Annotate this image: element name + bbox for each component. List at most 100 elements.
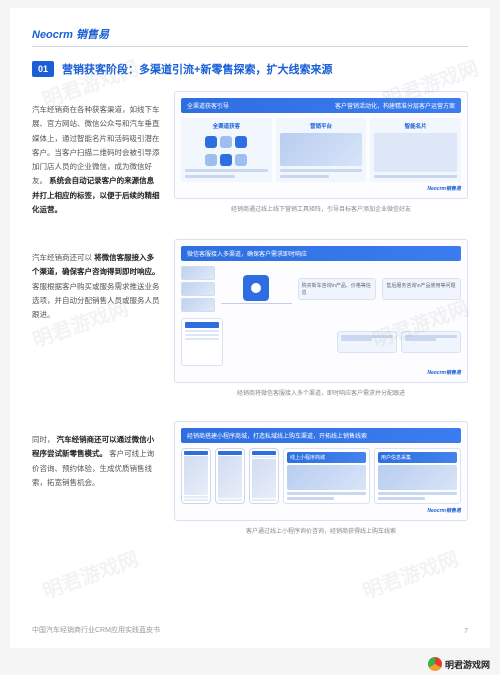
row2-p1a: 汽车经销商还可以 bbox=[32, 253, 92, 262]
row1-p1: 汽车经销商在各种获客渠道，如线下车展、官方网站、微信公众号和汽车垂直媒体上，通过… bbox=[32, 105, 160, 185]
brand-header: Neocrm 销售易 bbox=[32, 26, 468, 47]
fig1-panel-3: 智能名片 bbox=[370, 118, 461, 182]
figure-3-caption: 客户通过线上小程序询价咨询，经销商获得线上购车线索 bbox=[174, 528, 468, 537]
channel-icon bbox=[235, 136, 247, 148]
fig3-card2-header: 用户信息采集 bbox=[378, 452, 457, 463]
figure-brand: Neocrm销售易 bbox=[181, 507, 461, 514]
figure-2-header: 微信客服接入多渠道，确保客户需求即时响应 bbox=[181, 246, 461, 261]
fig2-center bbox=[221, 275, 292, 304]
channel-icon bbox=[220, 136, 232, 148]
section-title: 营销获客阶段：多渠道引流+新零售探索，扩大线索来源 bbox=[62, 61, 332, 77]
chat-header bbox=[185, 322, 219, 328]
flow-line bbox=[221, 303, 292, 304]
mock-line bbox=[341, 338, 372, 341]
fig1-panel2-title: 营销平台 bbox=[280, 122, 363, 130]
figure-2-caption: 经销商将微信客服接入多个渠道，即时响应客户需求并分配跟进 bbox=[174, 390, 468, 399]
chat-line bbox=[185, 338, 219, 340]
section-header: 01 营销获客阶段：多渠道引流+新零售探索，扩大线索来源 bbox=[32, 61, 468, 77]
channel-icon bbox=[235, 154, 247, 166]
phone-line bbox=[252, 456, 276, 458]
mock-card bbox=[374, 133, 457, 172]
fig2-top-row: 购买新车咨询\n产品、价格等信息 售后服务咨询\n产品使用等问题 bbox=[181, 266, 461, 312]
figure-3-body: 线上小程序商城 用户信息采集 bbox=[181, 448, 461, 504]
mock-line bbox=[405, 338, 436, 341]
phone-image bbox=[252, 459, 276, 498]
phone-line bbox=[184, 496, 208, 498]
mock-icons bbox=[185, 136, 268, 148]
document-page: Neocrm 销售易 01 营销获客阶段：多渠道引流+新零售探索，扩大线索来源 … bbox=[10, 8, 490, 648]
fig1-header-left: 全渠道获客引导 bbox=[187, 101, 229, 110]
mock-line bbox=[185, 175, 235, 178]
phone-header bbox=[252, 451, 276, 455]
car-image bbox=[287, 465, 366, 490]
content-row-1: 汽车经销商在各种获客渠道，如线下车展、官方网站、微信公众号和汽车垂直媒体上，通过… bbox=[32, 91, 468, 217]
fig1-panel-2: 营销平台 bbox=[276, 118, 367, 182]
row1-bold: 系统会自动记录客户的来源信息并打上相应的标签，以便于后续的精细化运营。 bbox=[32, 176, 160, 214]
channel-icon bbox=[205, 154, 217, 166]
row2-figure-col: 微信客服接入多渠道，确保客户需求即时响应 购买新车咨询\n产品、价格等信息 售后… bbox=[174, 239, 468, 399]
channel-thumb bbox=[181, 298, 215, 312]
phone-mock bbox=[249, 448, 279, 504]
watermark-text: 明君游戏网 bbox=[358, 543, 462, 604]
figure-3: 经销商搭建小程序商城，打造私域线上购车渠道，开拓线上销售线索 bbox=[174, 421, 468, 521]
mock-line bbox=[185, 169, 268, 172]
agent-avatar-icon bbox=[243, 275, 269, 301]
phone-image bbox=[218, 456, 242, 498]
chat-line bbox=[185, 330, 219, 332]
fig2-bottom-row bbox=[181, 318, 461, 366]
fig1-header-right: 客户营销活动化，构建精准分层客户运营方案 bbox=[335, 101, 455, 110]
fig2-bubble-2: 售后服务咨询\n产品使用等问题 bbox=[382, 278, 461, 300]
content-row-2: 汽车经销商还可以 将微信客服接入多个渠道，确保客户咨询得到即时响应。 客服根据客… bbox=[32, 239, 468, 399]
fig3-card-1: 线上小程序商城 bbox=[283, 448, 370, 504]
channel-icon bbox=[205, 136, 217, 148]
site-watermark-label: 明君游戏网 bbox=[445, 658, 490, 671]
mock-line bbox=[374, 175, 457, 178]
fig2-thumbnails bbox=[181, 266, 215, 312]
fig2-info-box bbox=[401, 331, 461, 353]
row3-figure-col: 经销商搭建小程序商城，打造私域线上购车渠道，开拓线上销售线索 bbox=[174, 421, 468, 537]
footer-title: 中国汽车经销商行业CRM应用实践蓝皮书 bbox=[32, 625, 160, 635]
row1-text: 汽车经销商在各种获客渠道，如线下车展、官方网站、微信公众号和汽车垂直媒体上，通过… bbox=[32, 91, 160, 217]
channel-thumb bbox=[181, 266, 215, 280]
fig2-header: 微信客服接入多渠道，确保客户需求即时响应 bbox=[187, 249, 307, 258]
chat-mock bbox=[181, 318, 223, 366]
phone-mock bbox=[181, 448, 211, 504]
figure-1-body: 全渠道获客 bbox=[181, 118, 461, 182]
figure-1: 全渠道获客引导 客户营销活动化，构建精准分层客户运营方案 全渠道获客 bbox=[174, 91, 468, 199]
channel-icon bbox=[220, 154, 232, 166]
logo-circle-icon bbox=[428, 657, 442, 671]
figure-1-caption: 经销商通过线上线下营销工具矩阵，引导目标客户添加企业微信好友 bbox=[174, 206, 468, 215]
mock-line bbox=[287, 497, 334, 500]
fig1-panel1-title: 全渠道获客 bbox=[185, 122, 268, 130]
channel-thumb bbox=[181, 282, 215, 296]
figure-2: 微信客服接入多渠道，确保客户需求即时响应 购买新车咨询\n产品、价格等信息 售后… bbox=[174, 239, 468, 383]
phone-line bbox=[218, 499, 242, 501]
mock-line bbox=[378, 492, 457, 495]
figure-1-header: 全渠道获客引导 客户营销活动化，构建精准分层客户运营方案 bbox=[181, 98, 461, 113]
figure-brand: Neocrm销售易 bbox=[181, 185, 461, 192]
figure-3-header: 经销商搭建小程序商城，打造私域线上购车渠道，开拓线上销售线索 bbox=[181, 428, 461, 443]
phone-image bbox=[184, 456, 208, 495]
phone-line bbox=[252, 499, 276, 501]
mock-chart bbox=[280, 133, 363, 166]
fig3-header: 经销商搭建小程序商城，打造私域线上购车渠道，开拓线上销售线索 bbox=[187, 431, 367, 440]
content-row-3: 同时， 汽车经销商还可以通过微信小程序尝试新零售模式。 客户可线上询价咨询、预约… bbox=[32, 421, 468, 537]
mock-line bbox=[280, 169, 363, 172]
fig3-card-2: 用户信息采集 bbox=[374, 448, 461, 504]
phone-header bbox=[218, 451, 242, 455]
phone-header bbox=[184, 451, 208, 455]
row2-p1b: 客服根据客户购买或服务需求推送业务选项，并自动分配销售人员或服务人员跟进。 bbox=[32, 282, 160, 320]
page-number: 7 bbox=[464, 628, 468, 635]
row1-figure-col: 全渠道获客引导 客户营销活动化，构建精准分层客户运营方案 全渠道获客 bbox=[174, 91, 468, 215]
mock-line bbox=[287, 492, 366, 495]
fig1-panel-1: 全渠道获客 bbox=[181, 118, 272, 182]
fig1-panel3-title: 智能名片 bbox=[374, 122, 457, 130]
row3-a: 同时， bbox=[32, 435, 55, 444]
fig2-bubble-1: 购买新车咨询\n产品、价格等信息 bbox=[298, 278, 377, 300]
watermark-text: 明君游戏网 bbox=[38, 543, 142, 604]
site-watermark-logo: 明君游戏网 bbox=[428, 657, 490, 671]
fig2-info-box bbox=[337, 331, 397, 353]
chat-line bbox=[185, 334, 219, 336]
figure-brand: Neocrm销售易 bbox=[181, 369, 461, 376]
phone-mock bbox=[215, 448, 245, 504]
